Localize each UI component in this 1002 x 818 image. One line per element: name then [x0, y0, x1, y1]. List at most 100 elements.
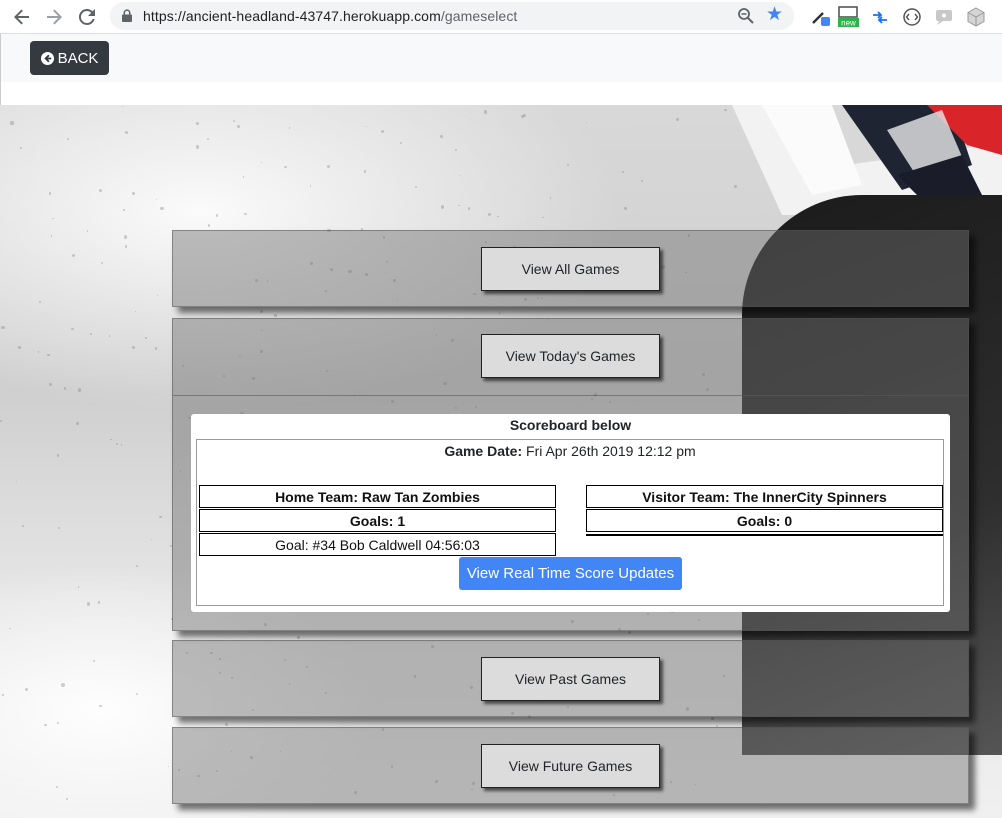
browser-back-icon[interactable]	[9, 4, 35, 30]
snow-speck	[145, 337, 147, 340]
url-host: https://ancient-headland-43747.herokuapp…	[143, 8, 441, 24]
eyedropper-extension-icon[interactable]	[809, 6, 831, 28]
snow-speck	[288, 127, 291, 129]
snow-speck	[711, 717, 714, 720]
snow-speck	[154, 346, 158, 350]
all-games-panel: View All Games	[172, 230, 969, 307]
snow-speck	[123, 208, 125, 211]
view-all-games-button[interactable]: View All Games	[481, 247, 660, 291]
lock-icon	[122, 9, 132, 22]
snow-speck	[260, 162, 263, 164]
url-path: /gameselect	[440, 8, 518, 24]
snow-speck	[380, 129, 385, 133]
snow-speck	[49, 192, 52, 195]
snow-speck	[627, 630, 632, 635]
snow-speck	[37, 351, 40, 353]
snow-speck	[399, 141, 403, 145]
snow-speck	[100, 261, 104, 265]
snow-speck	[24, 688, 29, 692]
snow-speck	[195, 145, 200, 149]
bookmark-star-icon[interactable]: ★	[766, 5, 783, 25]
view-real-time-updates-button[interactable]: View Real Time Score Updates	[459, 557, 682, 590]
cube-extension-icon[interactable]	[965, 6, 987, 28]
snow-speck	[38, 300, 41, 303]
snow-speck	[484, 110, 488, 114]
panel-divider	[173, 395, 968, 396]
visitor-team-name: Visitor Team: The InnerCity Spinners	[586, 485, 943, 508]
snow-speck	[233, 120, 236, 123]
snow-speck	[108, 335, 111, 337]
snow-speck	[135, 692, 138, 696]
browser-forward-icon[interactable]	[41, 4, 67, 30]
snow-speck	[131, 192, 135, 196]
snow-speck	[52, 218, 54, 220]
address-bar[interactable]: https://ancient-headland-43747.herokuapp…	[110, 2, 794, 30]
snow-speck	[66, 138, 69, 141]
snow-speck	[66, 798, 69, 801]
arrows-extension-icon[interactable]	[869, 6, 891, 28]
snow-speck	[2, 694, 4, 696]
snow-speck	[623, 206, 628, 210]
snow-speck	[242, 176, 245, 178]
future-games-panel: View Future Games	[172, 727, 969, 804]
browser-reload-icon[interactable]	[74, 4, 100, 30]
snow-speck	[110, 438, 112, 441]
snow-speck	[455, 149, 458, 151]
snow-speck	[97, 601, 101, 604]
snow-speck	[458, 204, 461, 207]
snow-speck	[259, 310, 263, 313]
snow-speck	[542, 217, 544, 219]
snow-speck	[50, 235, 52, 237]
snow-speck	[497, 215, 499, 218]
snow-speck	[0, 420, 2, 423]
snow-speck	[224, 723, 228, 727]
snow-speck	[70, 327, 74, 331]
home-team-name: Home Team: Raw Tan Zombies	[199, 485, 556, 508]
screenshot-extension-icon[interactable]: new	[837, 6, 859, 28]
snow-speck	[150, 539, 152, 541]
snow-speck	[206, 137, 210, 140]
snow-speck	[63, 387, 67, 390]
snow-speck	[86, 602, 91, 606]
snow-speck	[487, 212, 492, 217]
todays-games-panel: View Today's Games Scoreboard below Game…	[172, 318, 969, 631]
code-extension-icon[interactable]	[901, 6, 923, 28]
snow-speck	[622, 170, 625, 173]
snow-speck	[155, 198, 157, 201]
back-button-label: BACK	[57, 49, 99, 67]
app-navbar: BACK	[0, 34, 1002, 82]
snow-speck	[20, 147, 23, 150]
snow-speck	[366, 125, 368, 127]
snow-speck	[58, 527, 61, 530]
snow-speck	[440, 135, 443, 138]
snow-speck	[168, 766, 170, 768]
back-button[interactable]: BACK	[30, 41, 109, 75]
snow-speck	[57, 721, 59, 724]
home-goal-detail: Goal: #34 Bob Caldwell 04:56:03	[199, 533, 556, 556]
snow-speck	[733, 185, 737, 189]
snow-speck	[49, 383, 53, 387]
scoreboard-title: Scoreboard below	[509, 417, 632, 433]
snow-speck	[458, 174, 460, 176]
view-future-games-button[interactable]: View Future Games	[481, 744, 660, 788]
visitor-goals-divider	[586, 534, 943, 536]
snow-speck	[56, 453, 60, 457]
snow-speck	[216, 214, 219, 217]
snow-speck	[414, 185, 418, 189]
view-todays-games-button[interactable]: View Today's Games	[481, 334, 660, 378]
past-games-panel: View Past Games	[172, 640, 969, 717]
snow-speck	[124, 235, 128, 239]
url-text: https://ancient-headland-43747.herokuapp…	[143, 8, 517, 24]
snow-speck	[21, 525, 24, 528]
chat-extension-icon[interactable]	[933, 6, 955, 28]
view-past-games-button[interactable]: View Past Games	[481, 657, 660, 701]
snow-speck	[15, 480, 17, 483]
snow-speck	[132, 345, 136, 349]
snow-speck	[10, 121, 14, 125]
snow-speck	[99, 188, 103, 192]
zoom-icon[interactable]	[737, 7, 755, 25]
snow-speck	[136, 565, 139, 568]
snow-speck	[120, 444, 122, 446]
arrow-left-icon	[40, 51, 54, 65]
snow-speck	[521, 115, 524, 118]
